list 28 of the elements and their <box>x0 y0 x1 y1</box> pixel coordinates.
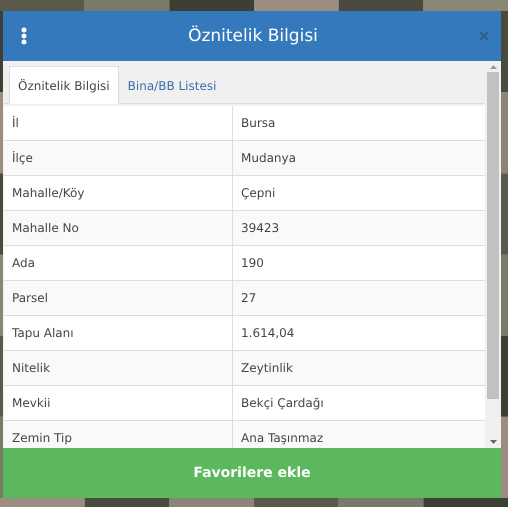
table-cell-text: Bursa <box>240 115 276 132</box>
table-cell-text: Zeytinlik <box>240 360 294 377</box>
table-cell-text: 190 <box>240 255 265 272</box>
table-cell: Ada <box>4 246 233 280</box>
table-cell: Tapu Alanı <box>4 316 233 350</box>
table-cell-text: Ana Taşınmaz <box>240 430 324 447</box>
up-arrow-icon[interactable] <box>490 65 496 69</box>
table-cell: İlçe <box>4 141 233 175</box>
table-cell: Mevkii <box>4 386 233 420</box>
table-cell-text: 39423 <box>240 220 280 237</box>
table-cell: Parsel <box>4 281 233 315</box>
table-cell-text: Bekçi Çardağı <box>240 395 325 412</box>
down-arrow-icon[interactable] <box>490 440 496 444</box>
table-cell: Mahalle/Köy <box>4 176 233 210</box>
tab[interactable]: Bina/BB Listesi <box>118 66 226 104</box>
scrollbar-thumb[interactable] <box>487 72 499 399</box>
table-cell: Nitelik <box>4 351 233 385</box>
table-cell: İl <box>4 106 233 140</box>
table-cell-text: 1.614,04 <box>240 325 296 342</box>
table-cell-text: Mudanya <box>240 150 297 167</box>
tab[interactable]: Öznitelik Bilgisi <box>9 66 119 104</box>
table-cell-text: Çepni <box>240 185 276 202</box>
table-cell: Mahalle No <box>4 211 233 245</box>
add-favorites-button[interactable]: Favorilere ekle <box>3 448 501 498</box>
table-cell-text: 27 <box>240 290 258 307</box>
close-icon[interactable] <box>478 31 489 41</box>
menu-icon[interactable] <box>21 27 27 45</box>
dialog-title: Öznitelik Bilgisi <box>188 26 318 46</box>
